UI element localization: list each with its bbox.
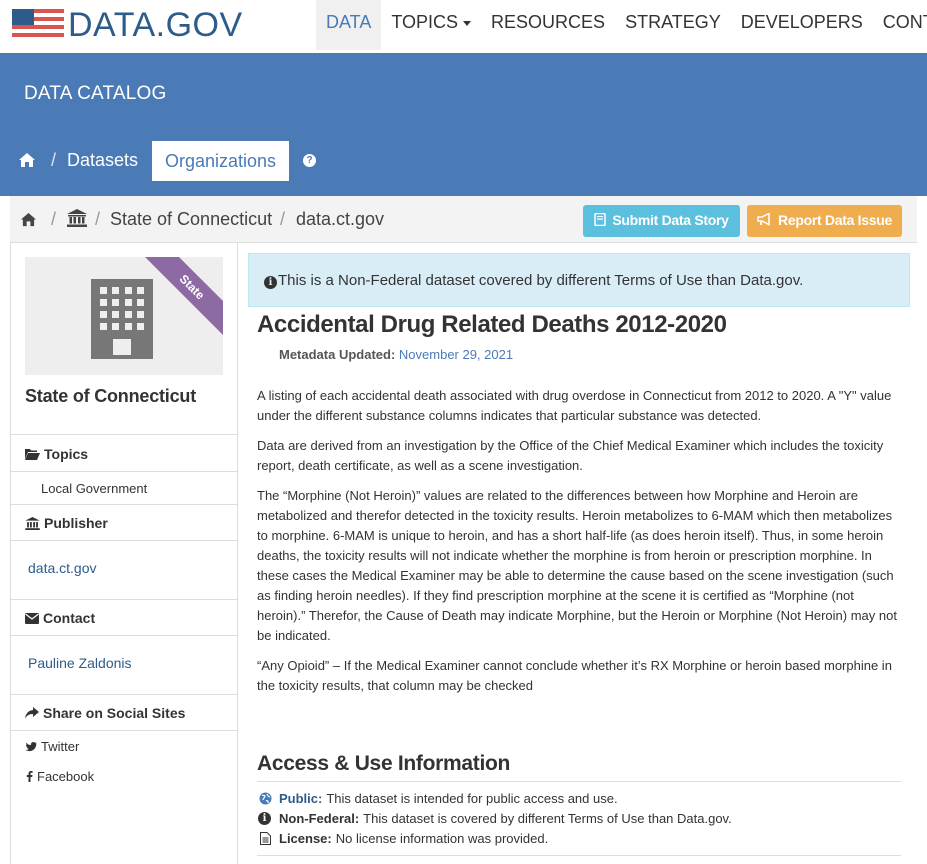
breadcrumb: / / State of Connecticut / data.ct.gov S… [10, 196, 917, 243]
access-license: License: No license information was prov… [257, 831, 548, 846]
info-circle-icon: i [258, 812, 271, 825]
non-federal-text: This dataset is covered by different Ter… [363, 811, 732, 826]
main-nav: DATA TOPICS RESOURCES STRATEGY DEVELOPER… [316, 0, 927, 50]
facebook-icon [26, 771, 33, 782]
home-icon[interactable] [18, 152, 36, 168]
description-paragraph: “Any Opioid” – If the Medical Examiner c… [257, 658, 892, 693]
catalog-header: DATA CATALOG / Datasets Organizations ? [0, 53, 927, 196]
twitter-icon [26, 741, 37, 751]
public-text: This dataset is intended for public acce… [326, 791, 618, 806]
public-label: Public: [279, 791, 323, 806]
divider [11, 599, 238, 600]
access-use-heading: Access & Use Information [257, 752, 511, 775]
divider [11, 694, 238, 695]
sidebar: State State of Connecticut Topics Local … [10, 243, 238, 864]
tab-organizations[interactable]: Organizations [152, 141, 289, 181]
separator: / [280, 209, 286, 229]
us-flag-icon [12, 9, 64, 39]
divider [257, 781, 901, 782]
envelope-icon [25, 612, 39, 624]
submit-data-story-button[interactable]: Submit Data Story [583, 205, 740, 237]
nav-strategy[interactable]: STRATEGY [615, 0, 731, 50]
nav-contact[interactable]: CONTACT [873, 0, 927, 50]
divider [11, 635, 238, 636]
catalog-tabs: / Datasets Organizations ? [0, 141, 927, 181]
bullhorn-icon [757, 213, 770, 226]
separator: / [51, 209, 57, 229]
org-image[interactable]: State [25, 257, 223, 375]
nav-developers[interactable]: DEVELOPERS [731, 0, 873, 50]
separator: / [51, 150, 57, 170]
publisher-link[interactable]: data.ct.gov [28, 560, 97, 576]
non-federal-label: Non-Federal: [279, 811, 360, 826]
institution-icon [25, 516, 40, 530]
description-paragraph: Data are derived from an investigation b… [257, 438, 884, 473]
nav-data[interactable]: DATA [316, 0, 382, 50]
divider [257, 855, 901, 856]
home-icon[interactable] [20, 212, 37, 227]
topics-heading: Topics [25, 446, 88, 462]
access-non-federal: i Non-Federal: This dataset is covered b… [257, 811, 732, 826]
license-label: License: [279, 831, 332, 846]
org-name: State of Connecticut [25, 386, 197, 406]
non-federal-notice: i This is a Non-Federal dataset covered b… [248, 253, 910, 307]
share-icon [25, 707, 39, 719]
description-paragraph: A listing of each accidental death assoc… [257, 388, 892, 423]
divider [11, 471, 238, 472]
divider [11, 540, 238, 541]
datasets-link[interactable]: Datasets [67, 150, 138, 171]
separator: / [95, 209, 101, 229]
file-text-icon [259, 832, 271, 845]
description-paragraph: The “Morphine (Not Heroin)” values are r… [257, 488, 897, 643]
publisher-heading: Publisher [25, 515, 108, 531]
contact-link[interactable]: Pauline Zaldonis [28, 655, 132, 671]
catalog-title: DATA CATALOG [24, 83, 167, 104]
divider [11, 730, 238, 731]
metadata-label: Metadata Updated: [279, 347, 396, 362]
question-circle-icon[interactable]: ? [303, 154, 316, 167]
book-icon [594, 213, 607, 226]
metadata-updated: Metadata Updated: November 29, 2021 [279, 347, 513, 362]
report-data-issue-button[interactable]: Report Data Issue [747, 205, 902, 237]
notice-text: This is a Non-Federal dataset covered by… [278, 272, 804, 289]
dataset-title: Accidental Drug Related Deaths 2012-2020 [257, 311, 727, 338]
caret-down-icon [463, 20, 472, 26]
topic-local-government[interactable]: Local Government [41, 481, 147, 496]
report-data-issue-label: Report Data Issue [778, 212, 892, 228]
building-icon [91, 279, 153, 359]
metadata-date: November 29, 2021 [398, 347, 514, 362]
folder-open-icon [25, 449, 40, 460]
info-circle-icon: i [264, 276, 277, 289]
logo-text: DATA.GOV [68, 6, 243, 44]
nav-topics[interactable]: TOPICS [381, 0, 481, 50]
globe-icon [259, 792, 271, 805]
top-navbar: DATA.GOV DATA TOPICS RESOURCES STRATEGY … [0, 0, 927, 53]
access-public: Public: This dataset is intended for pub… [257, 791, 618, 806]
divider [11, 434, 238, 435]
breadcrumb-publisher[interactable]: data.ct.gov [296, 209, 384, 230]
breadcrumb-org[interactable]: State of Connecticut [110, 209, 272, 230]
contact-heading: Contact [25, 610, 95, 626]
submit-data-story-label: Submit Data Story [612, 212, 729, 228]
share-twitter[interactable]: Twitter [26, 739, 79, 754]
institution-icon[interactable] [67, 209, 87, 227]
license-text: No license information was provided. [335, 831, 549, 846]
share-heading: Share on Social Sites [25, 705, 185, 721]
divider [11, 504, 238, 505]
share-facebook[interactable]: Facebook [26, 769, 94, 784]
nav-resources[interactable]: RESOURCES [481, 0, 615, 50]
